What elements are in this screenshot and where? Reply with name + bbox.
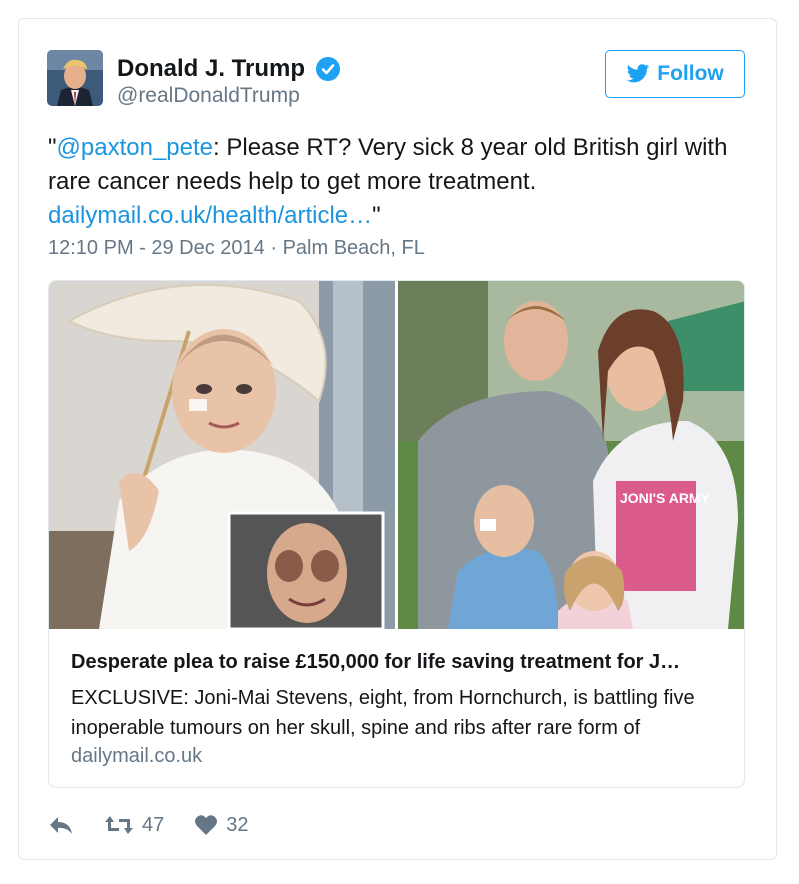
reply-button[interactable] — [48, 814, 74, 836]
twitter-bird-icon — [626, 64, 650, 83]
user-handle[interactable]: @realDonaldTrump — [117, 84, 300, 108]
tweet-text: "@paxton_pete: Please RT? Very sick 8 ye… — [48, 131, 748, 233]
tweet-actions: 47 32 — [48, 810, 249, 840]
photo-family: JONI'S ARMY — [398, 281, 744, 629]
tweet-timestamp[interactable]: 12:10 PM - 29 Dec 2014 · Palm Beach, FL — [48, 237, 425, 260]
avatar[interactable] — [47, 50, 103, 106]
card-title: Desperate plea to raise £150,000 for lif… — [71, 651, 681, 673]
reply-icon — [50, 817, 72, 834]
card-domain: dailymail.co.uk — [71, 745, 203, 767]
like-button[interactable]: 32 — [194, 813, 249, 837]
link-preview-card[interactable]: JONI'S ARMY Desperate plea to raise £150… — [48, 280, 745, 788]
card-description: EXCLUSIVE: Joni-Mai Stevens, eight, from… — [71, 687, 695, 739]
article-link[interactable]: dailymail.co.uk/health/article… — [48, 202, 372, 229]
verified-badge-icon — [316, 57, 340, 81]
like-count: 32 — [226, 813, 249, 836]
display-name[interactable]: Donald J. Trump — [117, 55, 305, 83]
mention-link[interactable]: @paxton_pete — [57, 134, 213, 161]
retweet-count: 47 — [142, 813, 165, 836]
retweet-button[interactable]: 47 — [104, 814, 164, 837]
heart-icon — [195, 815, 218, 835]
follow-button[interactable]: Follow — [605, 50, 745, 98]
photo-girl-umbrella — [49, 281, 395, 629]
tshirt-text: JONI'S ARMY — [620, 490, 711, 506]
quote-close: " — [372, 202, 381, 229]
quote-open: " — [48, 134, 57, 161]
retweet-icon — [105, 816, 133, 834]
follow-label: Follow — [657, 62, 724, 85]
